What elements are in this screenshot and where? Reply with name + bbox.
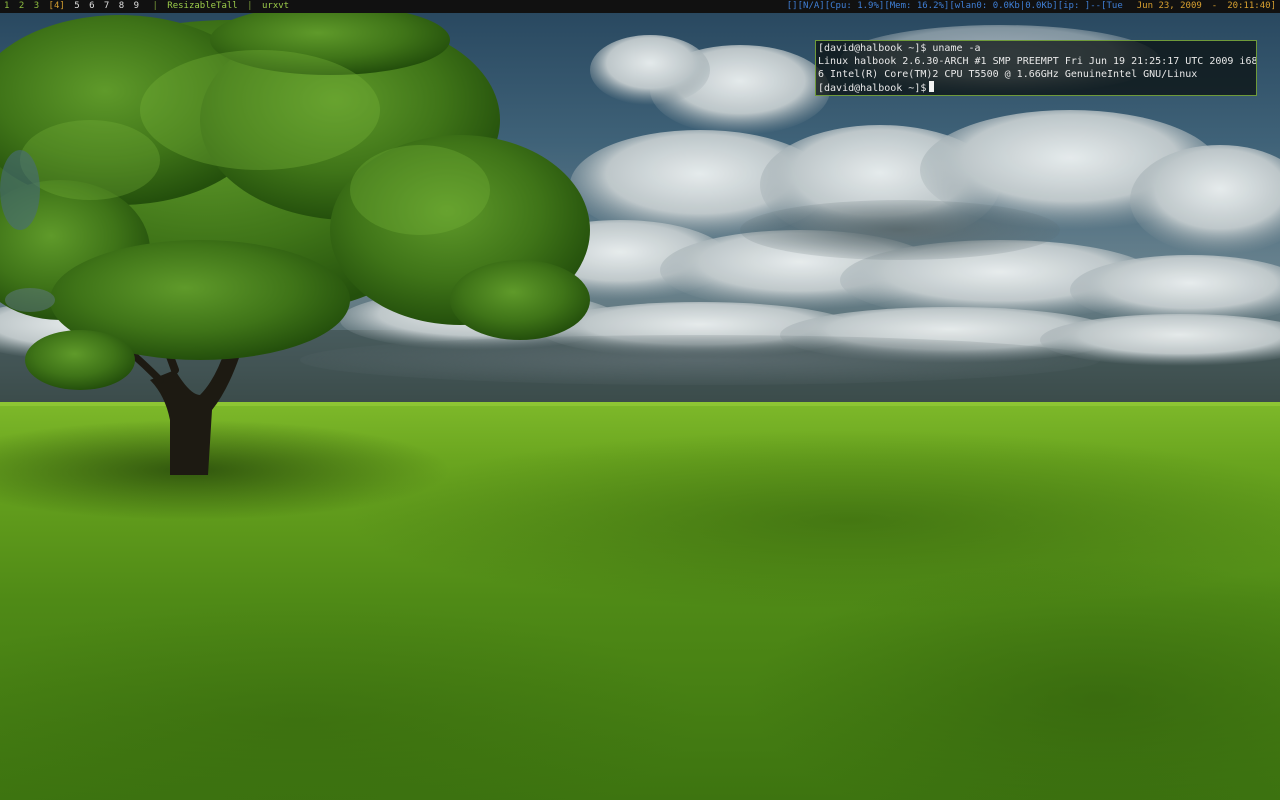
separator: | xyxy=(152,1,158,11)
time-status: 20:11:40] xyxy=(1227,1,1276,11)
topbar-status: [][N/A][Cpu: 1.9%][Mem: 16.2%][wlan0: 0.… xyxy=(787,0,1276,13)
terminal-line: [david@halbook ~]$ uname -a xyxy=(818,43,981,54)
top-status-bar: 1 2 3 [4] 5 6 7 8 9 | ResizableTall | ur… xyxy=(0,0,1280,13)
battery-status: [N/A] xyxy=(797,1,825,11)
workspace-6[interactable]: 6 xyxy=(89,1,94,11)
status-empty: [] xyxy=(786,1,798,11)
workspace-9[interactable]: 9 xyxy=(134,1,139,11)
layout-name[interactable]: ResizableTall xyxy=(167,1,237,11)
workspace-2[interactable]: 2 xyxy=(19,1,24,11)
workspace-7[interactable]: 7 xyxy=(104,1,109,11)
separator: | xyxy=(247,1,253,11)
desktop: 1 2 3 [4] 5 6 7 8 9 | ResizableTall | ur… xyxy=(0,0,1280,800)
cpu-status: [Cpu: 1.9%] xyxy=(824,1,885,11)
desktop-wallpaper xyxy=(0,0,1280,800)
workspace-3[interactable]: 3 xyxy=(34,1,39,11)
terminal-line: 6 Intel(R) Core(TM)2 CPU T5500 @ 1.66GHz… xyxy=(818,69,1198,80)
terminal-prompt-line[interactable]: [david@halbook ~]$ xyxy=(818,81,1254,94)
wlan-status: [wlan0: 0.0Kb|0.0Kb] xyxy=(949,1,1058,11)
day-status: [Tue xyxy=(1101,1,1123,11)
terminal-cursor xyxy=(929,81,935,92)
ip-status: [ip: ] xyxy=(1057,1,1091,11)
terminal-prompt: [david@halbook ~]$ xyxy=(818,83,927,94)
urxvt-terminal-window[interactable]: [david@halbook ~]$ uname -a Linux halboo… xyxy=(815,40,1257,96)
window-title: urxvt xyxy=(262,1,290,11)
workspace-4-current[interactable]: [4] xyxy=(49,1,65,11)
status-dash: -- xyxy=(1090,1,1102,11)
workspace-8[interactable]: 8 xyxy=(119,1,124,11)
terminal-line: Linux halbook 2.6.30-ARCH #1 SMP PREEMPT… xyxy=(818,56,1257,67)
workspace-5[interactable]: 5 xyxy=(74,1,79,11)
workspace-1[interactable]: 1 xyxy=(4,1,9,11)
date-dash: - xyxy=(1211,1,1218,11)
mem-status: [Mem: 16.2%] xyxy=(884,1,950,11)
date-status: Jun 23, 2009 xyxy=(1136,1,1202,11)
topbar-left: 1 2 3 [4] 5 6 7 8 9 | ResizableTall | ur… xyxy=(4,0,289,13)
